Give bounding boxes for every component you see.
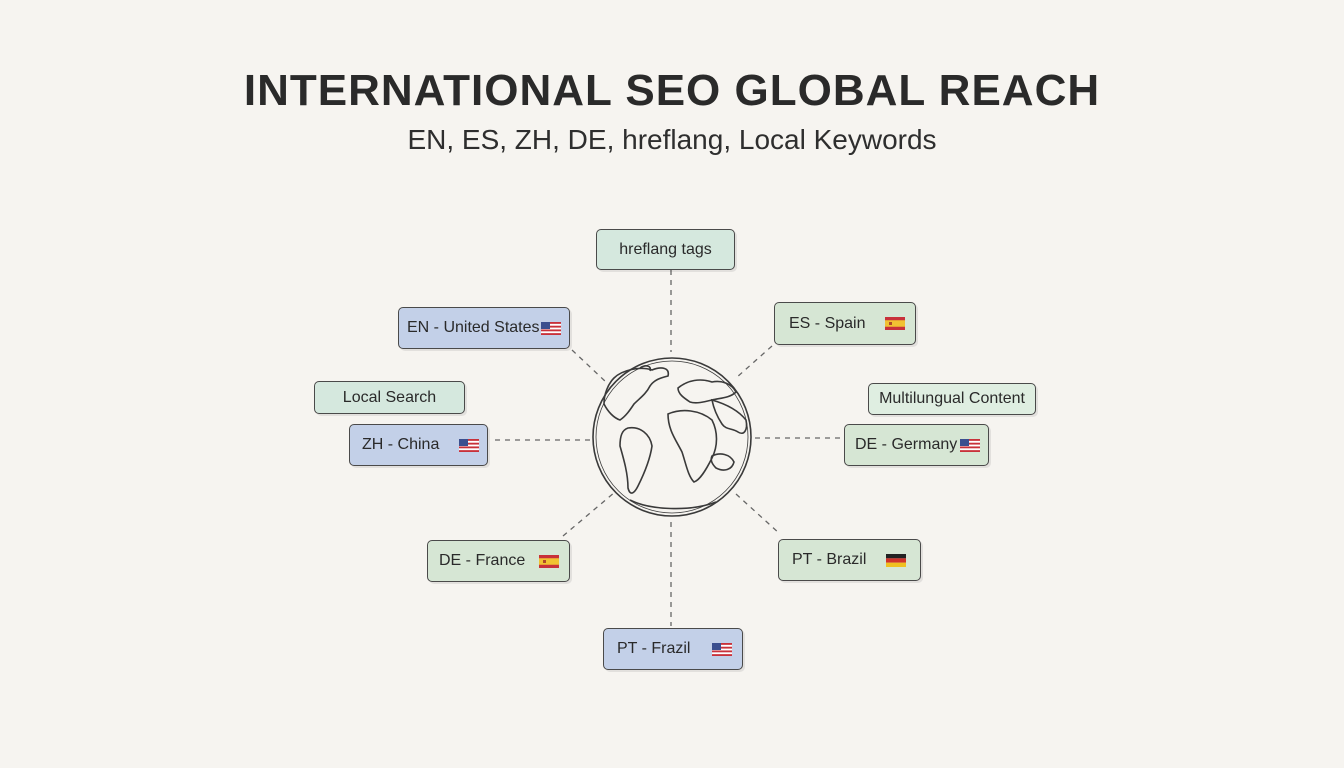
us-flag-icon xyxy=(459,438,479,452)
de-france-node: DE - France xyxy=(427,540,570,582)
de-germany-label: DE - Germany xyxy=(855,436,958,453)
hreflang-tags-node: hreflang tags xyxy=(596,229,735,270)
pt-brazil-label: PT - Brazil xyxy=(792,551,867,568)
spain-flag-icon xyxy=(885,317,905,330)
es-spain-node: ES - Spain xyxy=(774,302,916,345)
connector-en-us xyxy=(571,349,607,383)
pt-brazil-node: PT - Brazil xyxy=(778,539,921,581)
zh-china-label: ZH - China xyxy=(362,436,440,453)
globe-icon xyxy=(592,357,752,517)
us-flag-icon xyxy=(541,321,561,335)
connector-pt-brazil xyxy=(735,493,781,535)
multilingual-content-node: Multilungual Content xyxy=(868,383,1036,415)
connector-de-france xyxy=(562,491,616,537)
pt-frazil-label: PT - Frazil xyxy=(617,640,691,657)
en-united-states-node: EN - United States xyxy=(398,307,570,349)
us-flag-icon xyxy=(960,438,980,452)
us-flag-icon xyxy=(712,642,732,656)
pt-frazil-node: PT - Frazil xyxy=(603,628,743,670)
multilingual-content-label: Multilungual Content xyxy=(879,390,1025,407)
zh-china-node: ZH - China xyxy=(349,424,488,466)
local-search-label: Local Search xyxy=(342,388,437,406)
connector-es-spain xyxy=(735,345,773,379)
local-search-node: Local Search xyxy=(314,381,465,414)
spain-flag-icon xyxy=(539,554,559,568)
de-germany-node: DE - Germany xyxy=(844,424,989,466)
de-france-label: DE - France xyxy=(439,552,526,569)
en-united-states-label: EN - United States xyxy=(407,319,540,336)
hreflang-tags-label: hreflang tags xyxy=(619,240,712,258)
es-spain-label: ES - Spain xyxy=(789,314,866,332)
germany-flag-icon xyxy=(886,553,906,567)
